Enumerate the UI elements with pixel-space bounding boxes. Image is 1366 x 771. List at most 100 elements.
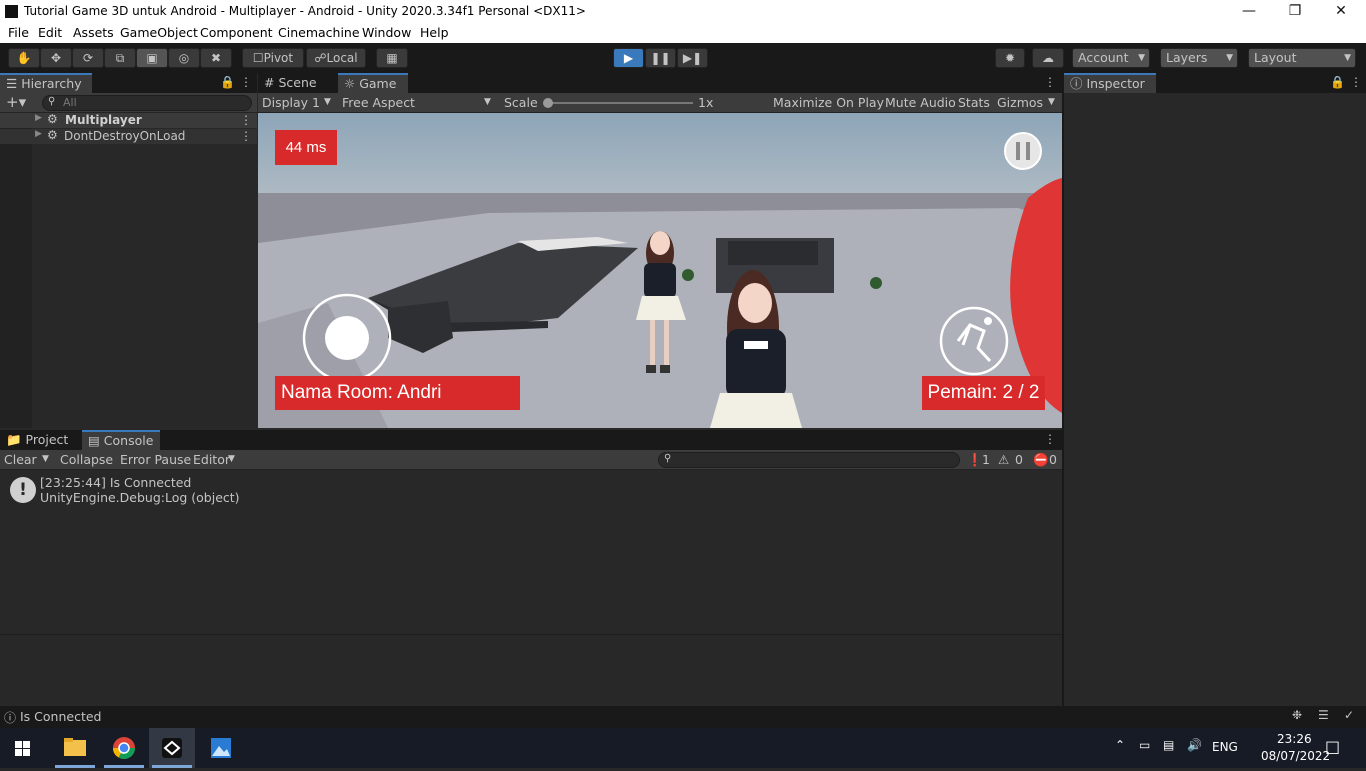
more-icon[interactable]: ⋮ xyxy=(240,75,252,89)
add-icon[interactable]: +▾ xyxy=(6,93,26,111)
console-search-input[interactable]: ⚲ xyxy=(658,452,960,468)
unity-taskbar-icon[interactable] xyxy=(149,728,195,768)
layers-dropdown[interactable]: Layers ▼ xyxy=(1160,48,1238,68)
windows-start-icon[interactable] xyxy=(0,728,46,768)
menu-file[interactable]: File xyxy=(8,25,29,40)
tab-console[interactable]: ▤ Console xyxy=(82,430,160,450)
editor-dropdown[interactable]: Editor xyxy=(193,452,230,467)
lock-icon[interactable]: 🔒 xyxy=(220,75,235,89)
cloud-icon[interactable]: ☁ xyxy=(1032,48,1064,68)
menu-help[interactable]: Help xyxy=(420,25,449,40)
more-icon[interactable]: ⋮ xyxy=(240,129,252,143)
tab-inspector[interactable]: ⓘ Inspector xyxy=(1064,73,1156,93)
hierarchy-search-input[interactable]: ⚲ All xyxy=(42,95,252,111)
layout-dropdown[interactable]: Layout ▼ xyxy=(1248,48,1356,68)
menu-gameobject[interactable]: GameObject xyxy=(120,25,198,40)
move-icon[interactable]: ✥ xyxy=(40,48,72,68)
game-tab-label: Game xyxy=(359,76,397,91)
list-item[interactable]: ▶ ⚙ Multiplayer ⋮ xyxy=(0,112,257,128)
scale-icon[interactable]: ⧉ xyxy=(104,48,136,68)
status-text[interactable]: Is Connected xyxy=(20,709,101,724)
tab-hierarchy[interactable]: ☰ Hierarchy xyxy=(0,73,92,93)
clear-button[interactable]: Clear xyxy=(4,452,37,467)
menu-cinemachine[interactable]: Cinemachine xyxy=(278,25,360,40)
panel-divider xyxy=(1062,73,1064,706)
clock-date[interactable]: 08/07/2022 xyxy=(1261,749,1330,763)
battery-icon[interactable]: ▭ xyxy=(1139,738,1150,752)
stats-button[interactable]: Stats xyxy=(958,95,990,110)
chevron-down-icon[interactable]: ▼ xyxy=(42,454,49,464)
menu-component[interactable]: Component xyxy=(200,25,273,40)
list-item[interactable]: ▶ ⚙ DontDestroyOnLoad ⋮ xyxy=(0,128,257,144)
error-pause-button[interactable]: Error Pause xyxy=(120,452,191,467)
collab-icon[interactable]: ✹ xyxy=(995,48,1025,68)
maximize-icon[interactable]: ❐ xyxy=(1272,0,1318,24)
log-line-1: [23:25:44] Is Connected xyxy=(40,475,192,490)
pause-game-icon xyxy=(1004,132,1042,170)
game-viewport[interactable]: 44 ms Nama Room: Andri Pemain: 2 / 2 xyxy=(258,113,1062,428)
more-icon[interactable]: ⋮ xyxy=(1044,75,1056,89)
local-button[interactable]: ☍Local xyxy=(306,48,366,68)
account-dropdown[interactable]: Account ▼ xyxy=(1072,48,1150,68)
menu-window[interactable]: Window xyxy=(362,25,411,40)
display-dropdown[interactable]: Display 1 xyxy=(262,95,320,110)
clock-time[interactable]: 23:26 xyxy=(1277,732,1312,746)
network-icon[interactable]: ▤ xyxy=(1163,738,1174,752)
more-icon[interactable]: ⋮ xyxy=(1044,432,1056,446)
notifications-icon[interactable]: □ xyxy=(1325,737,1340,756)
checkmark-icon[interactable]: ✓ xyxy=(1344,708,1354,722)
custom-tool-icon[interactable]: ✖ xyxy=(200,48,232,68)
more-icon[interactable]: ⋮ xyxy=(1350,75,1362,89)
language-indicator[interactable]: ENG xyxy=(1212,740,1238,754)
more-icon[interactable]: ⋮ xyxy=(240,113,252,127)
error-icon[interactable]: ⛔ xyxy=(1033,452,1049,468)
rotate-icon[interactable]: ⟳ xyxy=(72,48,104,68)
pivot-button[interactable]: ☐Pivot xyxy=(242,48,304,68)
chrome-icon[interactable] xyxy=(101,728,147,768)
foldout-icon[interactable]: ▶ xyxy=(35,113,42,123)
chevron-down-icon: ▼ xyxy=(324,97,331,107)
hierarchy-item-label: DontDestroyOnLoad xyxy=(64,129,186,143)
gizmos-button[interactable]: Gizmos xyxy=(997,95,1043,110)
menu-edit[interactable]: Edit xyxy=(38,25,62,40)
hierarchy-item-label: Multiplayer xyxy=(65,113,142,127)
volume-icon[interactable]: 🔊 xyxy=(1187,738,1202,752)
hierarchy-toolbar: +▾ ⚲ All xyxy=(0,93,257,113)
tab-scene[interactable]: # Scene xyxy=(258,73,334,93)
tab-project[interactable]: 📁 Project xyxy=(0,430,76,450)
scale-slider-thumb[interactable] xyxy=(543,98,553,108)
inspector-header: ⓘ Inspector 🔒 ⋮ xyxy=(1064,73,1366,93)
folder-icon: 📁 xyxy=(6,432,26,447)
file-explorer-icon[interactable] xyxy=(52,728,98,768)
search-icon: ⚲ xyxy=(664,453,672,464)
collapse-button[interactable]: Collapse xyxy=(60,452,113,467)
layers-status-icon[interactable]: ☰ xyxy=(1318,708,1329,722)
chevron-up-icon[interactable]: ⌃ xyxy=(1115,738,1125,752)
maximize-on-play-button[interactable]: Maximize On Play xyxy=(773,95,884,110)
menu-assets[interactable]: Assets xyxy=(73,25,114,40)
hand-icon[interactable]: ✋ xyxy=(8,48,40,68)
aspect-dropdown[interactable]: Free Aspect xyxy=(342,95,415,110)
scale-slider[interactable] xyxy=(548,102,693,104)
photos-icon[interactable] xyxy=(198,728,244,768)
pause-button[interactable]: ❚❚ xyxy=(645,48,676,68)
transform-icon[interactable]: ◎ xyxy=(168,48,200,68)
step-button[interactable]: ▶❚ xyxy=(677,48,708,68)
rect-icon[interactable]: ▣ xyxy=(136,48,168,68)
grid-snap-icon[interactable]: ▦ xyxy=(376,48,408,68)
log-count: 1 xyxy=(982,452,990,467)
lock-icon[interactable]: 🔒 xyxy=(1330,75,1345,89)
foldout-icon[interactable]: ▶ xyxy=(35,129,42,139)
close-icon[interactable]: ✕ xyxy=(1318,0,1364,24)
mute-audio-button[interactable]: Mute Audio xyxy=(885,95,956,110)
debug-icon[interactable]: ❉ xyxy=(1292,708,1302,722)
warning-icon[interactable]: ⚠ xyxy=(998,452,1009,467)
hierarchy-header: ☰ Hierarchy 🔒 ⋮ xyxy=(0,73,257,93)
log-count-icon[interactable]: ❗ xyxy=(967,452,983,468)
console-tab-label: Console xyxy=(103,433,154,448)
pivot-icon: ☐ xyxy=(252,51,264,65)
minimize-icon[interactable]: — xyxy=(1226,0,1272,24)
play-button[interactable]: ▶ xyxy=(613,48,644,68)
tab-game[interactable]: ☼ Game xyxy=(338,73,408,93)
list-item[interactable]: ! [23:25:44] Is Connected UnityEngine.De… xyxy=(0,473,1062,507)
